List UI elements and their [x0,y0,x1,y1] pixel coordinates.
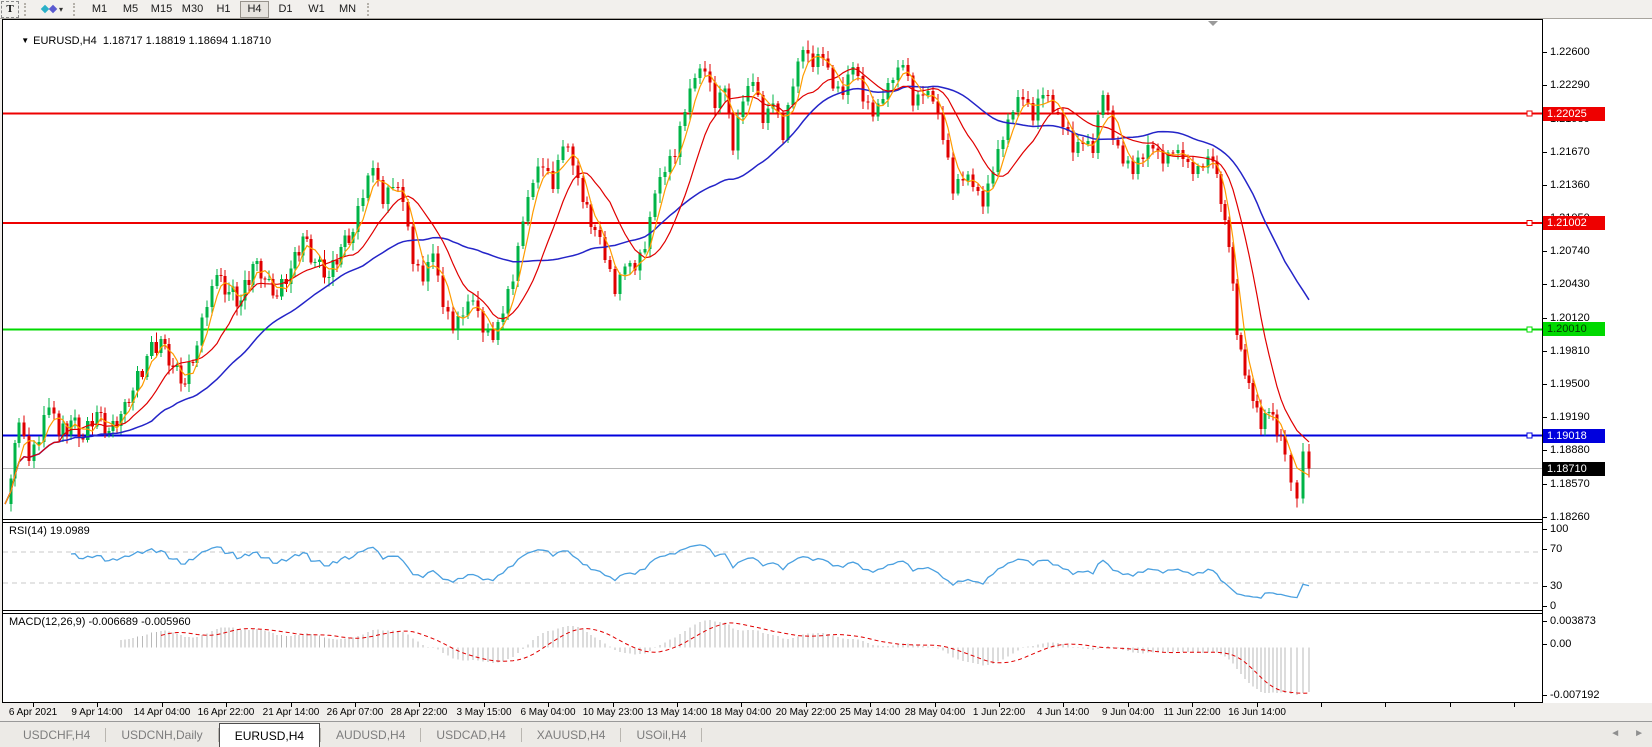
price-tick [1543,384,1547,385]
current-price-label: 1.18710 [1543,462,1605,476]
macd-scale-tick [1543,695,1547,696]
timeframe-toolbar: M1M5M15M30H1H4D1W1MN [84,1,363,18]
time-tick-label: 16 Jun 14:00 [1219,707,1295,718]
hline-price-label: 1.19018 [1543,429,1605,443]
chart-tab-audusd-h4[interactable]: AUDUSD,H4 [321,722,420,747]
price-tick-label: 1.21360 [1550,179,1590,192]
timeframe-button-m15[interactable]: M15 [147,1,176,18]
timeframe-button-h1[interactable]: H1 [209,1,238,18]
chevron-down-icon: ▾ [59,5,63,14]
time-tick [1514,703,1515,707]
rsi-scale-tick [1543,606,1547,607]
tab-scroll-left-icon[interactable]: ◄ [1610,727,1620,741]
price-tick-label: 1.19810 [1550,345,1590,358]
ohlc-quotes: 1.18717 1.18819 1.18694 1.18710 [103,35,271,47]
price-tick [1543,85,1547,86]
rsi-scale-label: 30 [1550,580,1562,593]
price-tick [1543,251,1547,252]
toolbar-drag-handle [73,3,80,16]
price-tick-label: 1.20740 [1550,245,1590,258]
chart-shift-marker-icon[interactable] [1208,21,1218,26]
mt4-window: T ▾ M1M5M15M30H1H4D1W1MN ▼ EURUSD,H4 1.18… [0,0,1652,747]
chart-tab-usdcad-h4[interactable]: USDCAD,H4 [421,722,520,747]
time-tick [1450,703,1451,707]
timeframe-button-mn[interactable]: MN [333,1,362,18]
timeframe-button-d1[interactable]: D1 [271,1,300,18]
price-tick-label: 1.18570 [1550,478,1590,491]
price-tick-label: 1.18880 [1550,444,1590,457]
price-tick-label: 1.20430 [1550,278,1590,291]
tabbar-spacer [0,722,8,747]
symbol-period-label: EURUSD,H4 [33,35,97,47]
text-tool-button[interactable]: T [1,1,19,18]
toolbar-drag-handle [24,3,31,16]
panel-splitter[interactable] [2,610,1650,611]
timeframe-button-h4[interactable]: H4 [240,1,269,18]
chart-tab-usdchf-h4[interactable]: USDCHF,H4 [8,722,105,747]
macd-scale-label: -0.007192 [1550,689,1600,702]
price-tick [1543,517,1547,518]
price-tick [1543,52,1547,53]
price-tick [1543,417,1547,418]
chart-tab-usdcnh-daily[interactable]: USDCNH,Daily [106,722,217,747]
hline-price-label: 1.20010 [1543,322,1605,336]
timeframe-button-m1[interactable]: M1 [85,1,114,18]
price-tick-label: 1.21670 [1550,146,1590,159]
price-tick [1543,318,1547,319]
rsi-scale-label: 70 [1550,543,1562,556]
tab-separator [701,728,702,742]
price-tick [1543,351,1547,352]
tab-scroll-right-icon[interactable]: ► [1634,727,1644,741]
chart-tab-eurusd-h4[interactable]: EURUSD,H4 [219,723,320,747]
tab-scroll-controls: ◄ ► [1610,727,1644,741]
price-tick-label: 1.22290 [1550,79,1590,92]
chart-tab-usoil-h4[interactable]: USOil,H4 [621,722,701,747]
chart-menu-caret-icon[interactable]: ▼ [21,36,29,45]
rsi-scale-label: 0 [1550,600,1556,613]
rsi-scale-label: 100 [1550,523,1568,536]
macd-scale-label: 0.00 [1550,638,1571,651]
timeframe-button-w1[interactable]: W1 [302,1,331,18]
price-tick [1543,185,1547,186]
rsi-panel-canvas[interactable] [3,523,1542,610]
price-tick-label: 1.22600 [1550,46,1590,59]
chart-tab-xauusd-h4[interactable]: XAUUSD,H4 [522,722,621,747]
price-tick [1543,152,1547,153]
panel-splitter[interactable] [2,519,1650,520]
chart-tab-bar: USDCHF,H4USDCNH,DailyEURUSD,H4AUDUSD,H4U… [0,721,1652,747]
rsi-scale-tick [1543,529,1547,530]
timeframe-button-m30[interactable]: M30 [178,1,207,18]
rsi-scale-tick [1543,549,1547,550]
hline-price-label: 1.21002 [1543,216,1605,230]
diamond-icon [49,5,57,13]
rsi-label: RSI(14) 19.0989 [9,525,90,537]
macd-panel-canvas[interactable] [3,614,1542,702]
timeframe-button-m5[interactable]: M5 [116,1,145,18]
time-tick [1385,703,1386,707]
price-tick [1543,450,1547,451]
chart-header: ▼ EURUSD,H4 1.18717 1.18819 1.18694 1.187… [9,23,271,59]
price-tick-label: 1.19500 [1550,378,1590,391]
macd-scale-label: 0.003873 [1550,615,1596,628]
macd-scale-tick [1543,644,1547,645]
objects-tool-button[interactable]: ▾ [36,1,68,18]
time-tick [1321,703,1322,707]
price-tick [1543,484,1547,485]
toolbar: T ▾ M1M5M15M30H1H4D1W1MN [0,0,1652,19]
time-scale[interactable]: 6 Apr 20219 Apr 14:0014 Apr 04:0016 Apr … [2,703,1652,720]
price-tick [1543,284,1547,285]
price-tick-label: 1.19190 [1550,411,1590,424]
rsi-scale-tick [1543,586,1547,587]
hline-price-label: 1.22025 [1543,107,1605,121]
price-chart-canvas[interactable] [3,20,1542,519]
macd-label: MACD(12,26,9) -0.006689 -0.005960 [9,616,191,628]
price-scale[interactable]: 1.226001.222901.219801.216701.213601.210… [1543,19,1652,703]
toolbar-drag-handle [367,3,374,16]
macd-scale-tick [1543,621,1547,622]
